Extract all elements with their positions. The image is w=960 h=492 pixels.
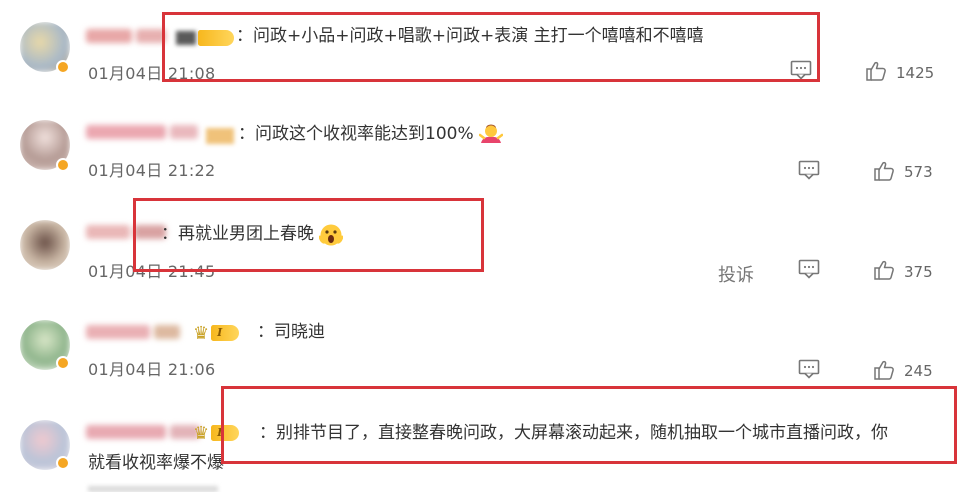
comment-timestamp: 01月04日 21:22 [88, 161, 216, 180]
level-badge [206, 125, 234, 147]
cutoff-row [88, 486, 218, 492]
thumbs-up-icon[interactable] [873, 160, 895, 182]
comment-text: ：问政这个收视率能达到100% [238, 122, 504, 146]
verified-badge-icon [56, 456, 70, 470]
report-button[interactable]: 投诉 [718, 261, 754, 287]
thumbs-up-icon[interactable] [873, 359, 895, 381]
username[interactable] [86, 422, 204, 442]
username[interactable] [86, 122, 202, 142]
thumbs-up-icon[interactable] [873, 259, 895, 281]
comment-text-line-2: 就看收视率爆不爆 [88, 453, 224, 473]
comment-text: ：司晓迪 [257, 322, 325, 342]
like-count: 375 [904, 263, 933, 281]
verified-badge-icon [56, 158, 70, 172]
verified-badge-icon [56, 60, 70, 74]
level-badge: ♛ I [193, 322, 240, 344]
person-shrug-emoji [478, 123, 504, 145]
like-count: 573 [904, 163, 933, 181]
comment-timestamp: 01月04日 21:06 [88, 360, 216, 379]
verified-badge-icon [56, 356, 70, 370]
like-count: 245 [904, 362, 933, 380]
comment-reply-icon[interactable] [798, 160, 820, 180]
comment-reply-icon[interactable] [798, 259, 820, 279]
crown-icon: ♛ [193, 322, 210, 344]
highlight-box-3 [221, 386, 957, 464]
like-count: 1425 [896, 64, 935, 82]
comment-reply-icon[interactable] [798, 359, 820, 379]
thumbs-up-icon[interactable] [865, 60, 887, 82]
username[interactable] [86, 322, 184, 342]
highlight-box-1 [162, 12, 820, 82]
crown-icon: ♛ [193, 422, 210, 444]
avatar[interactable] [20, 220, 70, 270]
highlight-box-2 [133, 198, 484, 272]
username[interactable] [86, 26, 170, 46]
